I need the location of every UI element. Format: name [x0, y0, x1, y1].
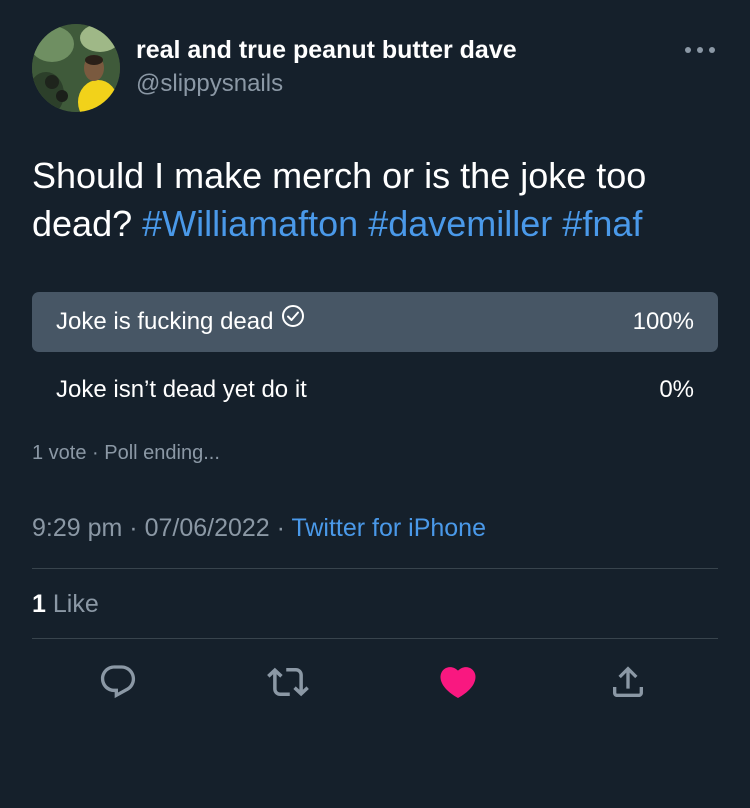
- poll-option-text: Joke is fucking dead: [56, 308, 274, 335]
- heart-icon: [440, 667, 476, 699]
- tweet-source-link[interactable]: Twitter for iPhone: [291, 514, 486, 542]
- author-display-name[interactable]: real and true peanut butter dave: [136, 36, 517, 65]
- poll-option-winning[interactable]: Joke is fucking dead 100%: [32, 292, 718, 352]
- share-button[interactable]: [606, 660, 650, 704]
- author-handle[interactable]: @slippysnails: [136, 70, 283, 98]
- check-circle-icon: [281, 291, 305, 351]
- hashtag-link[interactable]: #fnaf: [562, 203, 642, 244]
- tweet-detail: real and true peanut butter dave @slippy…: [0, 0, 750, 808]
- poll-option-percent: 100%: [632, 308, 694, 335]
- poll-option-label: Joke is fucking dead: [56, 292, 305, 352]
- retweet-button[interactable]: [266, 660, 310, 704]
- like-button[interactable]: [436, 660, 480, 704]
- tweet-date[interactable]: 07/06/2022: [145, 514, 270, 542]
- more-horizontal-icon[interactable]: [682, 40, 718, 60]
- hashtag-link[interactable]: #davemiller: [368, 203, 552, 244]
- divider: [32, 568, 718, 569]
- retweet-icon: [267, 667, 309, 697]
- tweet-text: Should I make merch or is the joke too d…: [32, 152, 722, 248]
- poll-status: Poll ending...: [104, 442, 220, 464]
- likes-number: 1: [32, 590, 46, 618]
- poll-meta: 1 vote · Poll ending...: [32, 442, 220, 464]
- likes-label: Like: [52, 590, 99, 618]
- poll-option[interactable]: Joke isn’t dead yet do it 0%: [32, 360, 718, 420]
- avatar[interactable]: [32, 24, 120, 112]
- avatar-photo: [32, 24, 120, 112]
- reply-button[interactable]: [96, 660, 140, 704]
- hashtag-link[interactable]: #Williamafton: [142, 203, 358, 244]
- tweet-time[interactable]: 9:29 pm: [32, 514, 122, 542]
- divider: [32, 638, 718, 639]
- likes-count[interactable]: 1 Like: [32, 590, 99, 619]
- poll-option-percent: 0%: [659, 376, 694, 403]
- tweet-timestamp: 9:29 pm · 07/06/2022 · Twitter for iPhon…: [32, 514, 486, 542]
- poll-vote-count: 1 vote: [32, 442, 87, 464]
- share-icon: [613, 666, 643, 697]
- poll-option-label: Joke isn’t dead yet do it: [56, 376, 307, 403]
- reply-icon: [100, 665, 136, 699]
